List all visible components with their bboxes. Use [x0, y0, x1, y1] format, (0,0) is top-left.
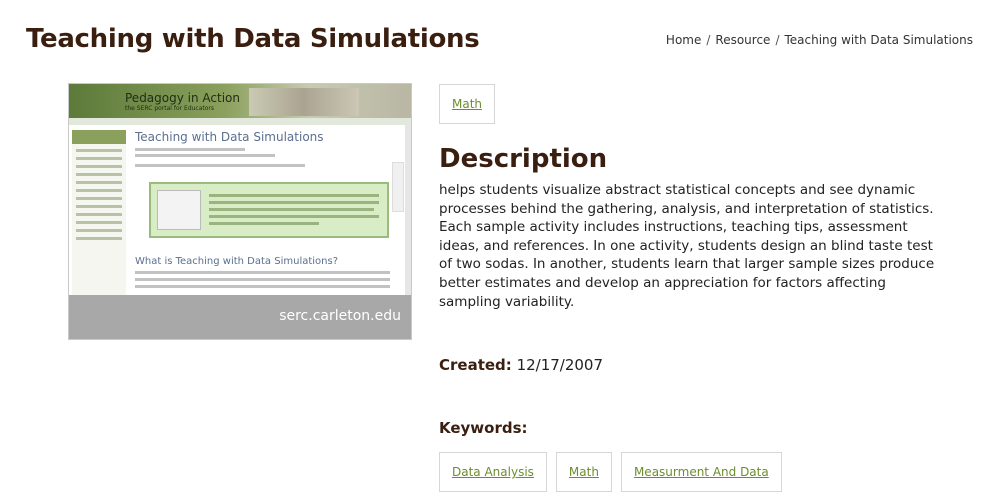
thumbnail-caption: serc.carleton.edu	[279, 308, 401, 324]
thumbnail-banner-title: Pedagogy in Action	[125, 91, 240, 105]
keywords-label: Keywords:	[439, 419, 528, 437]
thumbnail-topbar	[69, 118, 411, 125]
breadcrumb: Home / Resource / Teaching with Data Simulat…	[666, 33, 973, 47]
keyword-tag-measurement-and-data[interactable]: Measurment And Data	[620, 452, 782, 492]
keywords-list: Data Analysis Math Measurment And Data	[439, 452, 782, 492]
thumbnail-text-line	[135, 148, 245, 151]
thumbnail-text-line	[135, 154, 275, 157]
resource-thumbnail[interactable]: Pedagogy in Action the SERC portal for E…	[68, 83, 412, 340]
thumbnail-text-line	[135, 285, 390, 288]
description-heading: Description	[439, 144, 608, 174]
keyword-tag-math[interactable]: Math	[555, 452, 612, 492]
created-label: Created:	[439, 356, 512, 374]
thumbnail-caption-bar: serc.carleton.edu	[69, 295, 411, 339]
breadcrumb-separator: /	[775, 33, 780, 47]
thumbnail-text-line	[135, 271, 390, 274]
thumbnail-quote-image	[157, 190, 201, 230]
breadcrumb-current: Teaching with Data Simulations	[784, 33, 973, 47]
breadcrumb-resource-link[interactable]: Resource	[715, 33, 770, 47]
thumbnail-share-bar	[392, 162, 404, 212]
thumbnail-text-line	[135, 164, 305, 167]
created-value: 12/17/2007	[516, 356, 604, 374]
subject-tag-math[interactable]: Math	[439, 84, 496, 124]
thumbnail-quote-box	[149, 182, 389, 238]
thumbnail-heading: Teaching with Data Simulations	[135, 130, 324, 144]
breadcrumb-home-link[interactable]: Home	[666, 33, 701, 47]
thumbnail-banner-photo	[249, 88, 359, 116]
thumbnail-text-line	[135, 278, 390, 281]
thumbnail-banner-subtitle: the SERC portal for Educators	[125, 105, 215, 112]
page-title: Teaching with Data Simulations	[26, 24, 480, 54]
breadcrumb-separator: /	[706, 33, 711, 47]
thumbnail-banner	[69, 84, 411, 118]
created-date: Created: 12/17/2007	[439, 356, 603, 374]
keyword-tag-data-analysis[interactable]: Data Analysis	[439, 452, 547, 492]
description-text: helps students visualize abstract statis…	[439, 182, 935, 310]
thumbnail-subheading: What is Teaching with Data Simulations?	[135, 256, 339, 267]
